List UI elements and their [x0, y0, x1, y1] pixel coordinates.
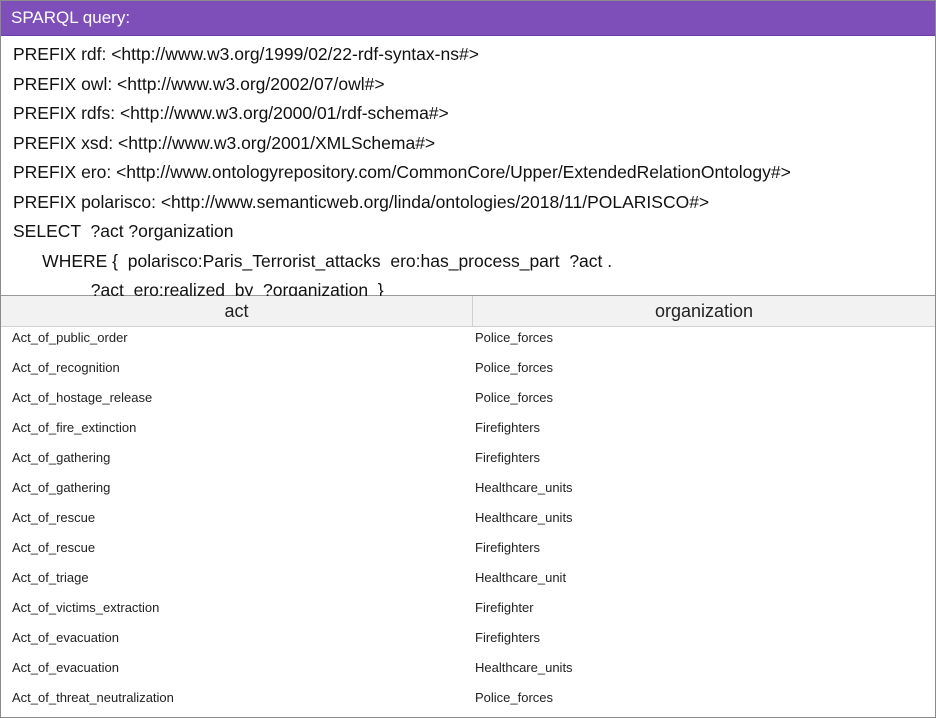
- cell-organization: Police_forces: [475, 390, 554, 405]
- cell-organization: Police_forces: [475, 330, 554, 345]
- query-line: PREFIX owl: <http://www.w3.org/2002/07/o…: [13, 73, 385, 94]
- query-line: PREFIX xsd: <http://www.w3.org/2001/XMLS…: [13, 132, 436, 153]
- table-row[interactable]: Act_of_evacuation Healthcare_units: [1, 657, 935, 687]
- panel-title: SPARQL query:: [1, 1, 935, 36]
- cell-organization: Firefighters: [475, 540, 541, 555]
- table-row[interactable]: Act_of_rescue Firefighters: [1, 537, 935, 567]
- cell-act: Act_of_gathering: [12, 480, 111, 495]
- cell-organization: Police_forces: [475, 360, 554, 375]
- query-line: SELECT ?act ?organization: [13, 221, 234, 241]
- cell-act: Act_of_rescue: [12, 540, 96, 555]
- cell-organization: Firefighters: [475, 420, 541, 435]
- query-editor[interactable]: PREFIX rdf: <http://www.w3.org/1999/02/2…: [1, 36, 935, 300]
- cell-act: Act_of_gathering: [12, 450, 111, 465]
- cell-act: Act_of_evacuation: [12, 660, 119, 675]
- cell-act: Act_of_fire_extinction: [12, 420, 137, 435]
- cell-organization: Firefighters: [475, 450, 541, 465]
- query-line: WHERE { polarisco:Paris_Terrorist_attack…: [13, 250, 613, 271]
- cell-organization: Healthcare_unit: [475, 570, 567, 585]
- table-header: act organization: [1, 296, 935, 327]
- column-header-organization[interactable]: organization: [473, 296, 935, 326]
- table-row[interactable]: Act_of_gathering Firefighters: [1, 447, 935, 477]
- table-row[interactable]: Act_of_hostage_release Police_forces: [1, 387, 935, 417]
- sparql-query-panel: SPARQL query: PREFIX rdf: <http://www.w3…: [0, 0, 936, 718]
- cell-organization: Healthcare_units: [475, 660, 573, 675]
- cell-act: Act_of_rescue: [12, 510, 96, 525]
- column-header-act[interactable]: act: [1, 296, 473, 326]
- cell-act: Act_of_triage: [12, 570, 89, 585]
- table-row[interactable]: Act_of_recognition Police_forces: [1, 357, 935, 387]
- cell-act: Act_of_recognition: [12, 360, 120, 375]
- table-row[interactable]: Act_of_victims_extraction Firefighter: [1, 597, 935, 627]
- table-row[interactable]: Act_of_threat_neutralization Police_forc…: [1, 687, 935, 717]
- table-row[interactable]: Act_of_public_order Police_forces: [1, 327, 935, 357]
- cell-act: Act_of_threat_neutralization: [12, 690, 174, 705]
- cell-organization: Healthcare_units: [475, 510, 573, 525]
- query-line: PREFIX ero: <http://www.ontologyreposito…: [13, 162, 791, 182]
- table-row[interactable]: Act_of_triage Healthcare_unit: [1, 567, 935, 597]
- cell-organization: Healthcare_units: [475, 480, 573, 495]
- cell-organization: Firefighter: [475, 600, 534, 615]
- cell-organization: Police_forces: [475, 690, 554, 705]
- cell-act: Act_of_hostage_release: [12, 390, 153, 405]
- table-row[interactable]: Act_of_gathering Healthcare_units: [1, 477, 935, 507]
- table-row[interactable]: Act_of_rescue Healthcare_units: [1, 507, 935, 537]
- query-line: PREFIX polarisco: <http://www.semanticwe…: [13, 191, 710, 212]
- cell-act: Act_of_public_order: [12, 330, 128, 345]
- query-line: PREFIX rdfs: <http://www.w3.org/2000/01/…: [13, 103, 449, 123]
- query-line: PREFIX rdf: <http://www.w3.org/1999/02/2…: [13, 44, 479, 64]
- cell-act: Act_of_evacuation: [12, 630, 119, 645]
- cell-act: Act_of_victims_extraction: [12, 600, 160, 615]
- table-row[interactable]: Act_of_evacuation Firefighters: [1, 627, 935, 657]
- results-table: act organization Act_of_public_order Pol…: [1, 296, 935, 717]
- table-row[interactable]: Act_of_fire_extinction Firefighters: [1, 417, 935, 447]
- cell-organization: Firefighters: [475, 630, 541, 645]
